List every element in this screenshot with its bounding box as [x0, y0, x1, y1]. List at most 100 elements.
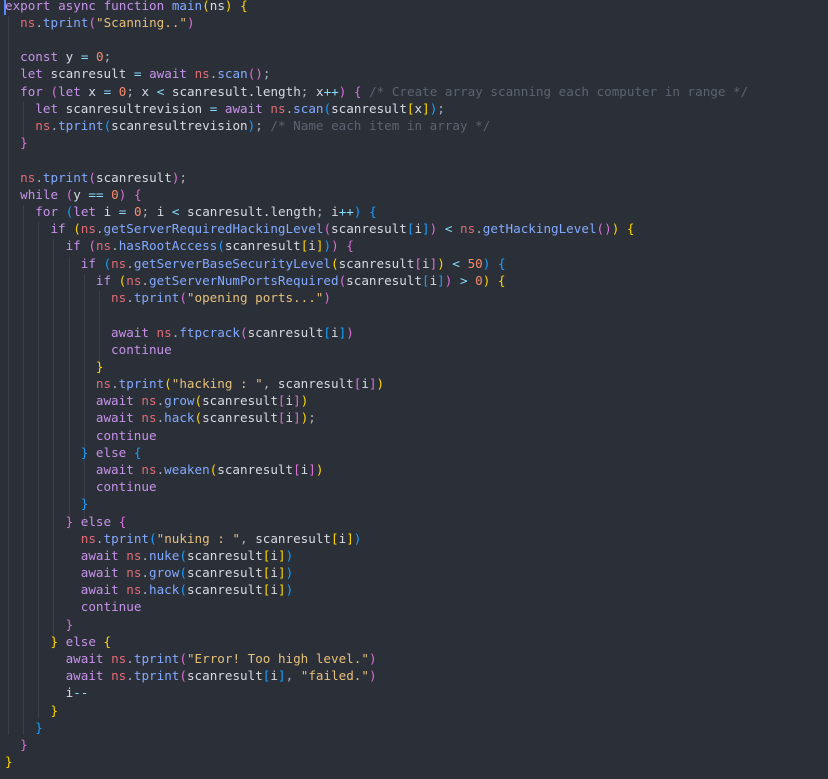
code-token: ++: [338, 204, 354, 219]
code-token: ns: [20, 170, 36, 185]
code-token: ns: [80, 221, 96, 236]
code-token: ns: [141, 462, 157, 477]
code-line[interactable]: if (ns.hasRootAccess(scanresult[i])) {: [66, 237, 354, 254]
code-token: ;: [255, 118, 271, 133]
code-token: scanresult: [202, 393, 278, 408]
code-line[interactable]: } else {: [81, 444, 142, 461]
code-line[interactable]: if (ns.getServerNumPortsRequired(scanres…: [96, 272, 506, 289]
code-token: ]: [346, 531, 354, 546]
code-line[interactable]: }: [5, 753, 13, 770]
code-line[interactable]: await ns.ftpcrack(scanresult[i]): [111, 324, 354, 341]
code-line[interactable]: if (ns.getServerBaseSecurityLevel(scanre…: [81, 255, 506, 272]
code-line[interactable]: }: [20, 736, 28, 753]
code-line[interactable]: await ns.nuke(scanresult[i]): [81, 547, 293, 564]
code-token: ns: [111, 256, 127, 271]
code-line[interactable]: ns.tprint("Scanning.."): [20, 14, 194, 31]
code-line[interactable]: await ns.hack(scanresult[i]): [81, 581, 293, 598]
code-token: scanresult: [202, 410, 278, 425]
code-token: scanresultrevision: [65, 101, 210, 116]
code-token: getServerRequiredHackingLevel: [103, 221, 324, 236]
code-token: {: [133, 445, 142, 460]
code-token: i: [270, 548, 278, 563]
code-token: .: [141, 565, 150, 580]
code-token: if: [80, 256, 104, 271]
code-token: await: [65, 668, 112, 683]
code-line[interactable]: ns.tprint(scanresultrevision); /* Name e…: [35, 117, 490, 134]
code-line[interactable]: } else {: [66, 513, 127, 530]
code-line[interactable]: ns.tprint("opening ports..."): [111, 289, 331, 306]
code-line[interactable]: let scanresult = await ns.scan();: [20, 65, 270, 82]
code-line[interactable]: ns.tprint("nuking : ", scanresult[i]): [81, 530, 362, 547]
code-line[interactable]: await ns.hack(scanresult[i]);: [96, 409, 316, 426]
code-token: await: [95, 462, 142, 477]
code-token: i: [308, 238, 316, 253]
code-token: }: [65, 617, 74, 632]
code-token: (: [179, 651, 187, 666]
code-line[interactable]: }: [81, 495, 89, 512]
code-token: {: [369, 204, 377, 219]
code-token: while: [20, 187, 66, 202]
code-line[interactable]: await ns.tprint(scanresult[i], "failed."…: [66, 667, 377, 684]
code-line[interactable]: ns.tprint("hacking : ", scanresult[i]): [96, 375, 384, 392]
code-line[interactable]: for (let x = 0; x < scanresult.length; x…: [20, 83, 748, 100]
code-line[interactable]: i--: [66, 684, 89, 701]
code-line[interactable]: }: [50, 702, 58, 719]
code-line[interactable]: if (ns.getServerRequiredHackingLevel(sca…: [50, 220, 634, 237]
code-token: ): [368, 668, 377, 683]
code-token: <: [452, 256, 460, 271]
code-token: await: [111, 325, 157, 340]
code-token: {: [118, 514, 127, 529]
code-line[interactable]: continue: [81, 598, 142, 615]
code-token: 0: [133, 204, 142, 219]
code-line[interactable]: while (y == 0) {: [20, 186, 141, 203]
code-token: i: [103, 204, 119, 219]
code-token: ;: [315, 204, 332, 219]
code-token: ]: [277, 582, 286, 597]
code-token: scanresult: [186, 548, 263, 563]
code-token: [: [277, 393, 286, 408]
code-line[interactable]: continue: [96, 427, 157, 444]
code-token: ns: [141, 393, 157, 408]
code-token: ns: [95, 238, 112, 253]
code-line[interactable]: const y = 0;: [20, 48, 111, 65]
code-token: i: [331, 325, 339, 340]
code-token: ns: [156, 325, 172, 340]
code-line[interactable]: let scanresultrevision = await ns.scan(s…: [35, 100, 445, 117]
code-line[interactable]: }: [96, 358, 104, 375]
code-line[interactable]: } else {: [50, 633, 111, 650]
code-token: else: [58, 634, 104, 649]
code-token: let: [73, 204, 104, 219]
code-token: scanresult: [338, 256, 415, 271]
code-token: ): [285, 582, 294, 597]
code-token: x: [315, 84, 324, 99]
indent-guide: [53, 239, 55, 649]
code-token: ]: [277, 548, 286, 563]
code-line[interactable]: continue: [96, 478, 157, 495]
code-line[interactable]: await ns.grow(scanresult[i]): [96, 392, 308, 409]
code-line[interactable]: for (let i = 0; i < scanresult.length; i…: [35, 203, 376, 220]
code-token: ): [368, 651, 377, 666]
code-token: [: [323, 325, 331, 340]
code-line[interactable]: }: [66, 616, 74, 633]
code-token: .: [95, 531, 104, 546]
code-line[interactable]: await ns.tprint("Error! Too high level."…: [66, 650, 377, 667]
code-token: scanresult: [186, 668, 263, 683]
code-token: ,: [262, 376, 278, 391]
code-token: await: [80, 565, 127, 580]
code-token: 0: [111, 187, 119, 202]
code-token: tprint: [133, 668, 180, 683]
code-line[interactable]: continue: [111, 341, 172, 358]
code-line[interactable]: await ns.weaken(scanresult[i]): [96, 461, 324, 478]
code-token: ;: [308, 410, 316, 425]
code-line[interactable]: }: [20, 134, 28, 151]
code-line[interactable]: ns.tprint(scanresult);: [20, 169, 187, 186]
code-editor[interactable]: export async function main(ns) {ns.tprin…: [0, 0, 828, 779]
code-line[interactable]: export async function main(ns) {: [5, 0, 248, 14]
code-line[interactable]: await ns.grow(scanresult[i]): [81, 564, 293, 581]
code-token: (: [217, 238, 225, 253]
code-line[interactable]: }: [35, 719, 43, 736]
code-token: (: [164, 376, 172, 391]
code-token: nuke: [149, 548, 180, 563]
